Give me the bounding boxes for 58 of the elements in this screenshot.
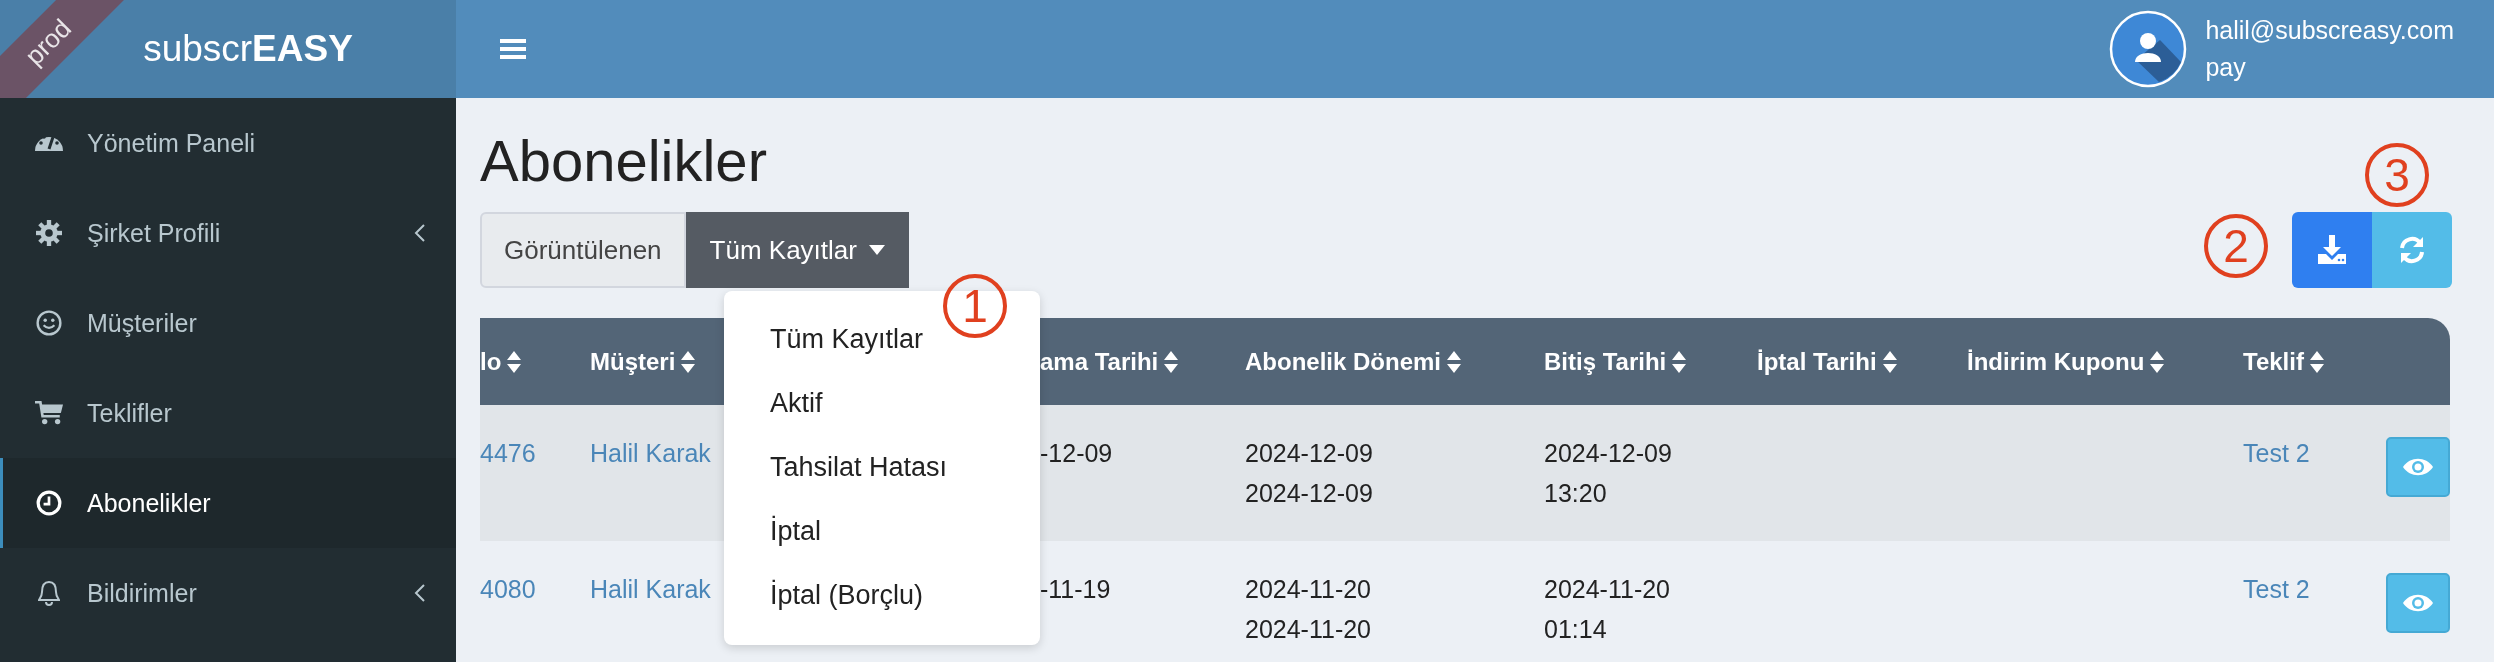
smiley-icon — [35, 310, 63, 336]
menu-item[interactable]: Aktif — [724, 371, 1040, 435]
table-cell-text: 2024-12-09 — [1245, 438, 1374, 469]
table-cell-text: 2024-11-20 — [1245, 574, 1373, 605]
table-cell-text: -12-09 — [1040, 438, 1114, 469]
bell-icon — [35, 580, 63, 606]
subscription-link[interactable]: 4476 — [480, 433, 590, 473]
column-header[interactable]: Abonelik Dönemi — [1245, 347, 1442, 376]
gauge-icon — [35, 135, 63, 151]
annotation-marker: 3 — [2365, 143, 2429, 207]
cart-icon — [35, 400, 63, 426]
view-button[interactable] — [2386, 437, 2450, 497]
offer-link[interactable]: Test 2 — [2243, 433, 2386, 473]
sidebar-item[interactable]: Bildirimler — [0, 548, 456, 638]
table-cell-text: 2024-11-20 — [1544, 574, 1672, 605]
column-header[interactable]: Müşteri — [590, 347, 676, 376]
view-toggle-button[interactable]: Görüntülenen — [480, 212, 686, 288]
caret-icon — [868, 245, 885, 255]
table-cell-text: 01:14 — [1544, 614, 1608, 645]
table-cell-text: 13:20 — [1544, 478, 1608, 509]
menu-item[interactable]: İptal (Borçlu) — [724, 563, 1040, 627]
download-button[interactable] — [2292, 212, 2372, 288]
sidebar-item[interactable]: Müşteriler — [0, 278, 456, 368]
table-cell-text: -11-19 — [1040, 574, 1112, 605]
user-avatar-icon[interactable] — [2109, 10, 2188, 88]
annotation-marker: 1 — [943, 274, 1007, 338]
menu-item[interactable]: Tahsilat Hatası — [724, 435, 1040, 499]
subscription-link[interactable]: 4080 — [480, 569, 590, 609]
table-cell-text: 2024-12-09 — [1544, 438, 1673, 469]
menu-icon[interactable] — [500, 38, 526, 60]
column-header[interactable]: İndirim Kuponu — [1967, 347, 2145, 376]
column-header[interactable]: İptal Tarihi — [1757, 347, 1877, 376]
column-header[interactable]: Teklif — [2243, 347, 2304, 376]
page-title: Abonelikler — [480, 127, 767, 195]
clock-icon — [35, 490, 63, 516]
brand-logo[interactable]: subscrEASY — [143, 28, 353, 70]
sidebar-item[interactable]: Şirket Profili — [0, 188, 456, 278]
eye-icon — [2402, 592, 2434, 614]
eye-icon — [2402, 456, 2434, 478]
menu-item[interactable]: İptal — [724, 499, 1040, 563]
user-role: pay — [2205, 53, 2247, 82]
view-button[interactable] — [2386, 573, 2450, 633]
sidebar-item[interactable]: Yönetim Paneli — [0, 98, 456, 188]
column-header[interactable]: lo — [480, 347, 502, 376]
refresh-icon — [2397, 235, 2427, 265]
download-icon — [2317, 235, 2347, 265]
gear-icon — [35, 220, 63, 246]
table-cell-text: 2024-12-09 — [1245, 478, 1374, 509]
annotation-marker: 2 — [2204, 214, 2268, 278]
column-header[interactable]: ama Tarihi — [1040, 347, 1159, 376]
user-email: halil@subscreasy.com — [2205, 16, 2454, 45]
refresh-button[interactable] — [2372, 212, 2452, 288]
sidebar-item[interactable]: Teklifler — [0, 368, 456, 458]
offer-link[interactable]: Test 2 — [2243, 569, 2386, 609]
filter-dropdown[interactable]: Tüm Kayıtlar — [685, 212, 909, 288]
column-header[interactable]: Bitiş Tarihi — [1544, 347, 1667, 376]
sidebar-item[interactable]: Abonelikler — [0, 458, 456, 548]
table-cell-text: 2024-11-20 — [1245, 614, 1373, 645]
